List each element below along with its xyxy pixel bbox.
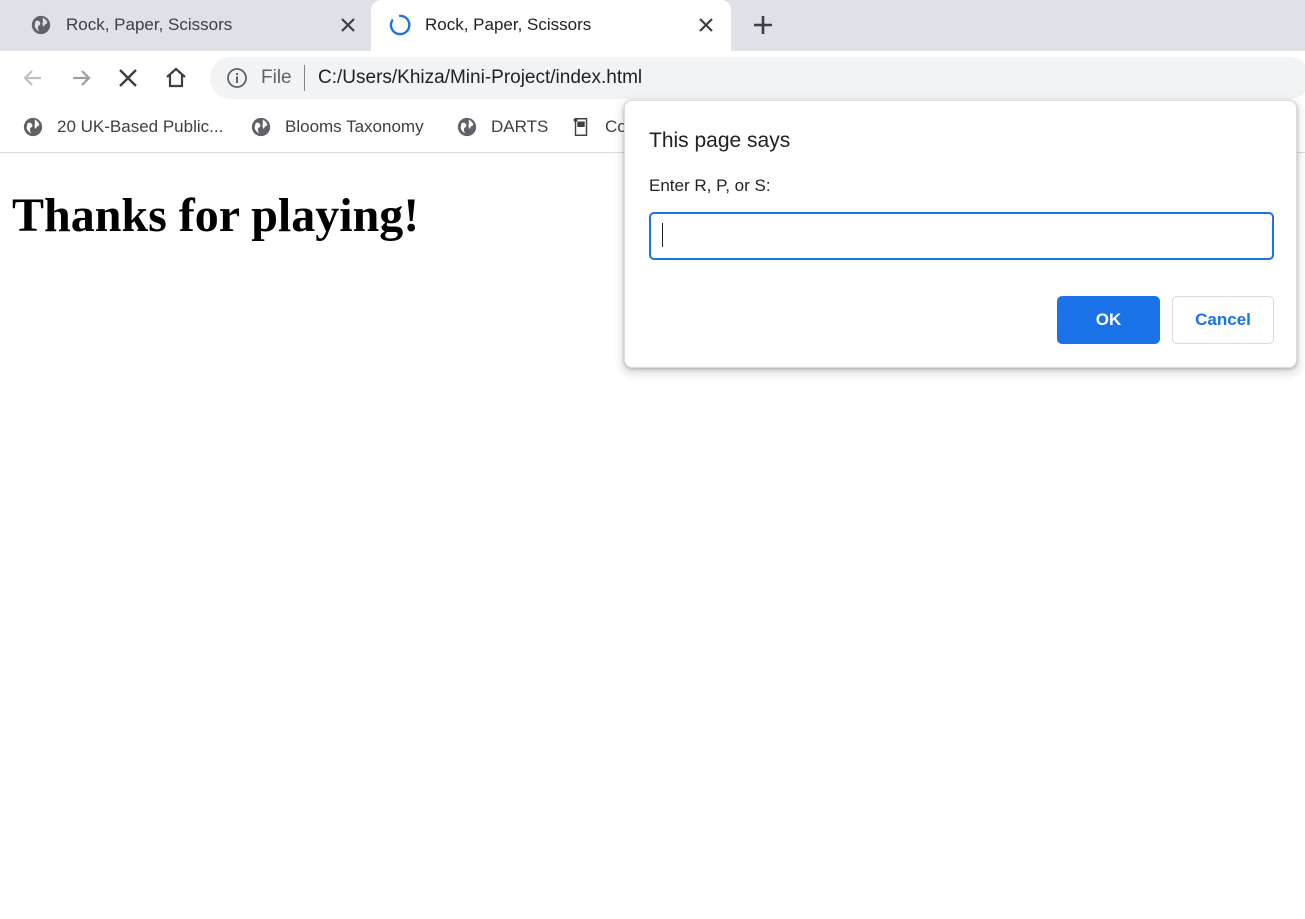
info-icon[interactable] [226,67,248,89]
bookmark-label: 20 UK-Based Public... [57,117,224,136]
bookmark-item[interactable]: Blooms Taxonomy [250,115,424,139]
tab-rock-paper-scissors-1[interactable]: Rock, Paper, Scissors [0,0,370,51]
bookmark-item[interactable]: 20 UK-Based Public... [22,115,223,139]
globe-icon [457,117,477,137]
bookmark-label: Blooms Taxonomy [285,117,424,136]
bookmark-item[interactable]: Co [570,115,627,139]
tab-strip: Rock, Paper, Scissors Rock, Paper, Sciss… [0,0,1305,51]
globe-icon [31,15,51,35]
stop-loading-icon[interactable] [114,64,142,92]
prompt-input[interactable] [649,212,1274,260]
new-tab-plus-icon[interactable] [751,13,775,37]
back-arrow-icon[interactable] [19,64,47,92]
close-icon[interactable] [339,16,357,34]
url-scheme-label: File [261,67,292,88]
close-icon[interactable] [697,16,715,34]
browser-toolbar: File C:/Users/Khiza/Mini-Project/index.h… [0,51,1305,105]
globe-icon [23,117,43,137]
tab-title: Rock, Paper, Scissors [425,15,592,34]
text-caret [662,223,663,247]
bookmark-label: DARTS [491,117,549,136]
ok-button[interactable]: OK [1057,296,1160,344]
page-heading: Thanks for playing! [12,189,420,242]
loading-spinner-icon [389,14,411,36]
bookmark-item[interactable]: DARTS [456,115,548,139]
dialog-title: This page says [649,129,791,152]
prompt-dialog: This page says Enter R, P, or S: OK Canc… [624,100,1297,368]
globe-icon [251,117,271,137]
dialog-message: Enter R, P, or S: [649,176,771,195]
home-icon[interactable] [162,64,190,92]
divider [304,65,305,91]
url-text[interactable]: C:/Users/Khiza/Mini-Project/index.html [318,67,642,89]
cancel-button[interactable]: Cancel [1172,296,1274,344]
document-icon [573,118,588,136]
address-bar[interactable]: File C:/Users/Khiza/Mini-Project/index.h… [210,57,1305,99]
forward-arrow-icon[interactable] [67,64,95,92]
tab-rock-paper-scissors-2[interactable]: Rock, Paper, Scissors [371,0,731,51]
tab-title: Rock, Paper, Scissors [66,15,233,34]
